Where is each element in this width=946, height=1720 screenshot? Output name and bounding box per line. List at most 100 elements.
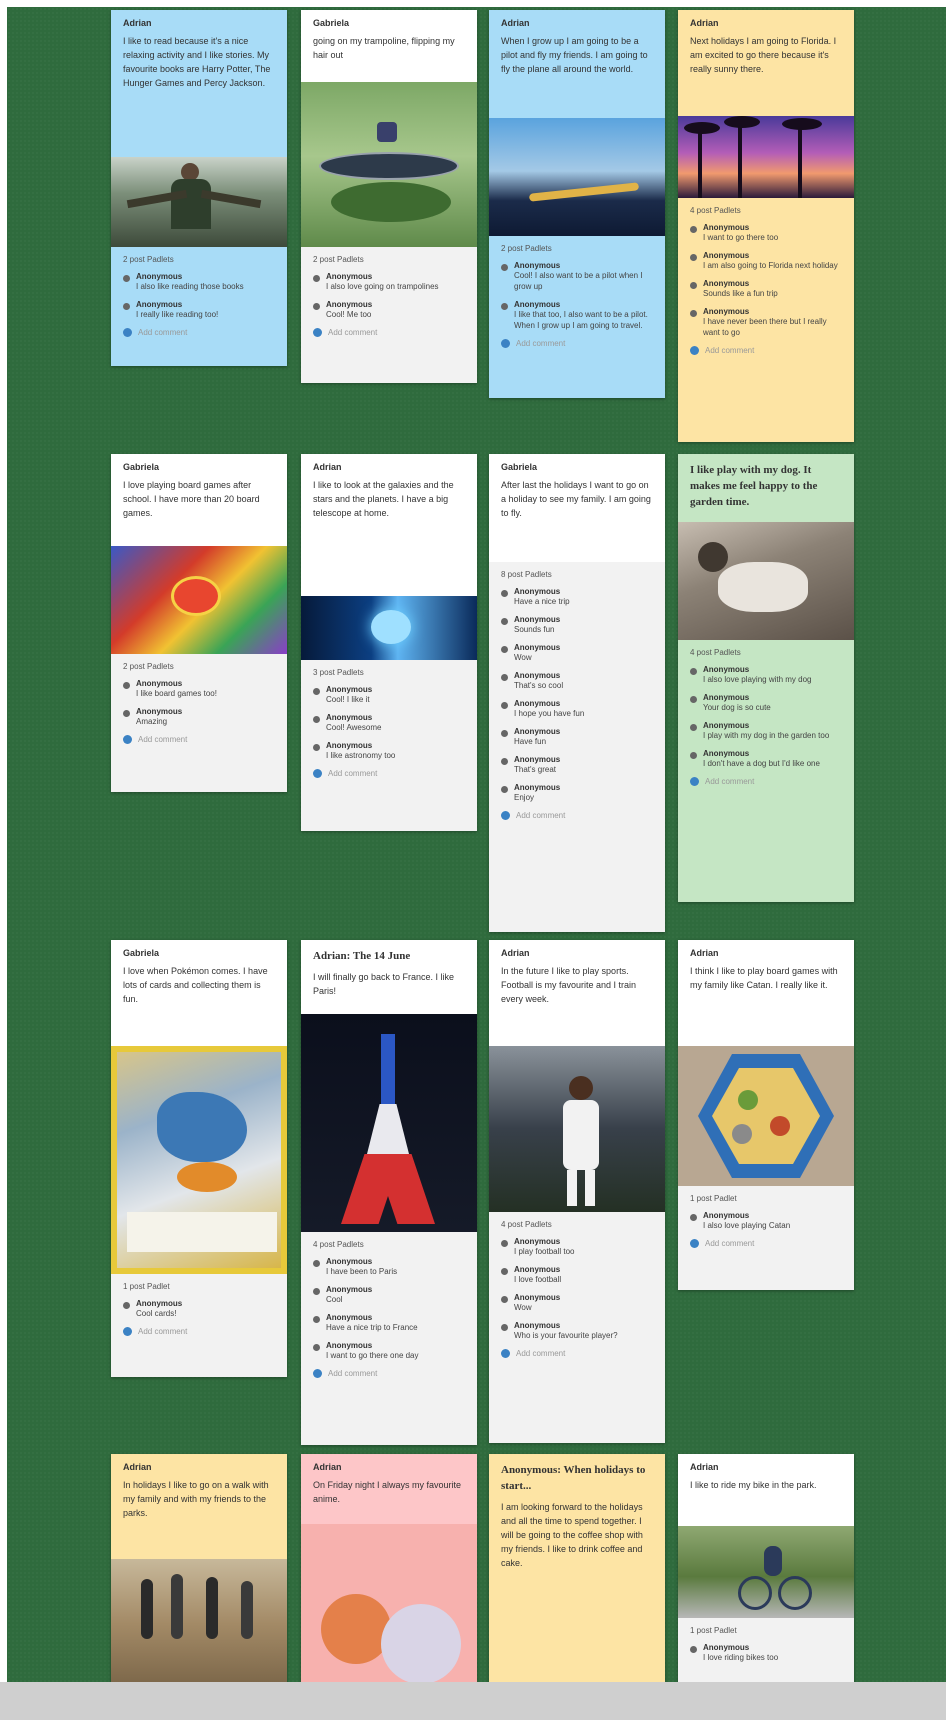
reply: Anonymous I also love going on trampoline… [313,272,465,292]
avatar [313,744,320,751]
reply-text: Sounds like a fun trip [703,289,778,298]
reply-name: Anonymous [326,1285,373,1294]
reply: Anonymous Sounds fun [501,615,653,635]
reply: Anonymous I love riding bikes too [690,1643,842,1663]
reply: Anonymous I like that too, I also want to… [501,300,653,331]
reply-text: Have a nice trip [514,597,570,606]
comment-icon [690,1239,699,1248]
reply: Anonymous I have been to Paris [313,1257,465,1277]
reply-text: Wow [514,653,532,662]
post-author: Adrian [690,18,719,28]
post-image[interactable] [111,546,287,654]
replies-count: 8 post Padlets [501,570,552,579]
avatar [690,724,697,731]
reply-text: I don't have a dog but I'd like one [703,759,820,768]
reply-text: Have a nice trip to France [326,1323,418,1332]
post-card[interactable]: Adrian I like to ride my bike in the par… [678,1454,854,1682]
avatar [501,786,508,793]
add-comment-button[interactable]: Add comment [501,1349,653,1358]
reply: Anonymous Wow [501,643,653,663]
post-card[interactable]: Adrian: The 14 June I will finally go ba… [301,940,477,1445]
reply: Anonymous Cool! Awesome [313,713,465,733]
post-card[interactable]: Anonymous: When holidays to start... I a… [489,1454,665,1682]
reply: Anonymous I like board games too! [123,679,275,699]
reply: Anonymous Sounds like a fun trip [690,279,842,299]
reply: Anonymous I hope you have fun [501,699,653,719]
reply-name: Anonymous [136,300,183,309]
add-comment-button[interactable]: Add comment [123,1327,275,1336]
post-body: I will finally go back to France. I like… [313,972,455,996]
post-card[interactable]: Gabriela After last the holidays I want … [489,454,665,932]
post-image[interactable] [111,157,287,247]
post-image[interactable] [301,82,477,247]
post-image[interactable] [678,522,854,640]
post-image[interactable] [678,116,854,198]
post-image[interactable] [489,118,665,236]
reply-text: Cool! Awesome [326,723,382,732]
add-comment-button[interactable]: Add comment [690,777,842,786]
post-image[interactable] [678,1046,854,1186]
add-comment-button[interactable]: Add comment [501,339,653,348]
reply: Anonymous Cool! Me too [313,300,465,320]
add-comment-button[interactable]: Add comment [313,328,465,337]
add-comment-button[interactable]: Add comment [313,1369,465,1378]
reply-text: Cool! Me too [326,310,372,319]
reply-text: I am also going to Florida next holiday [703,261,838,270]
post-image[interactable] [489,1046,665,1212]
replies-count: 4 post Padlets [690,206,741,215]
reply: Anonymous I have never been there but I r… [690,307,842,338]
reply-name: Anonymous [703,307,750,316]
avatar [501,1296,508,1303]
post-card[interactable]: Adrian On Friday night I always my favou… [301,1454,477,1682]
reply: Anonymous I also like reading those books [123,272,275,292]
post-image[interactable] [678,1526,854,1618]
post-image[interactable] [301,1014,477,1232]
comment-icon [123,328,132,337]
reply-name: Anonymous [514,1293,561,1302]
add-comment-button[interactable]: Add comment [690,1239,842,1248]
post-card[interactable]: Gabriela going on my trampoline, flippin… [301,10,477,383]
post-card[interactable]: Gabriela I love when Pokémon comes. I ha… [111,940,287,1377]
comment-icon [313,1369,322,1378]
post-card[interactable]: Adrian Next holidays I am going to Flori… [678,10,854,442]
reply-text: I have never been there but I really wan… [703,317,827,337]
post-body: I love playing board games after school.… [123,480,260,518]
reply-name: Anonymous [326,741,373,750]
post-card[interactable]: Adrian When I grow up I am going to be a… [489,10,665,398]
add-comment-label: Add comment [705,346,755,355]
post-body: On Friday night I always my favourite an… [313,1480,462,1504]
reply-text: Have fun [514,737,547,746]
reply-text: Cool! I also want to be a pilot when I g… [514,271,643,291]
reply-text: I love riding bikes too [703,1653,779,1662]
replies-count: 4 post Padlets [313,1240,364,1249]
add-comment-label: Add comment [705,777,755,786]
post-image[interactable] [301,596,477,660]
post-author: Adrian [313,1462,342,1472]
add-comment-button[interactable]: Add comment [123,735,275,744]
add-comment-button[interactable]: Add comment [690,346,842,355]
comment-icon [501,1349,510,1358]
post-card[interactable]: Adrian I like to look at the galaxies an… [301,454,477,831]
add-comment-button[interactable]: Add comment [123,328,275,337]
post-card[interactable]: Adrian In the future I like to play spor… [489,940,665,1443]
add-comment-button[interactable]: Add comment [313,769,465,778]
reply-text: I want to go there one day [326,1351,419,1360]
avatar [501,758,508,765]
reply: Anonymous Enjoy [501,783,653,803]
add-comment-button[interactable]: Add comment [501,811,653,820]
post-card[interactable]: Adrian I like to read because it's a nic… [111,10,287,366]
post-card[interactable]: I like play with my dog. It makes me fee… [678,454,854,902]
post-card[interactable]: Gabriela I love playing board games afte… [111,454,287,792]
reply-name: Anonymous [514,1321,561,1330]
reply-text: I really like reading too! [136,310,219,319]
add-comment-label: Add comment [138,328,188,337]
bottom-bar [0,1682,946,1720]
post-author: Gabriela [501,462,538,472]
post-author: Gabriela [123,948,160,958]
post-image[interactable] [301,1524,477,1682]
post-card[interactable]: Adrian I think I like to play board game… [678,940,854,1290]
post-image[interactable] [111,1559,287,1682]
comment-icon [501,811,510,820]
post-card[interactable]: Adrian In holidays I like to go on a wal… [111,1454,287,1682]
post-image[interactable] [111,1046,287,1274]
